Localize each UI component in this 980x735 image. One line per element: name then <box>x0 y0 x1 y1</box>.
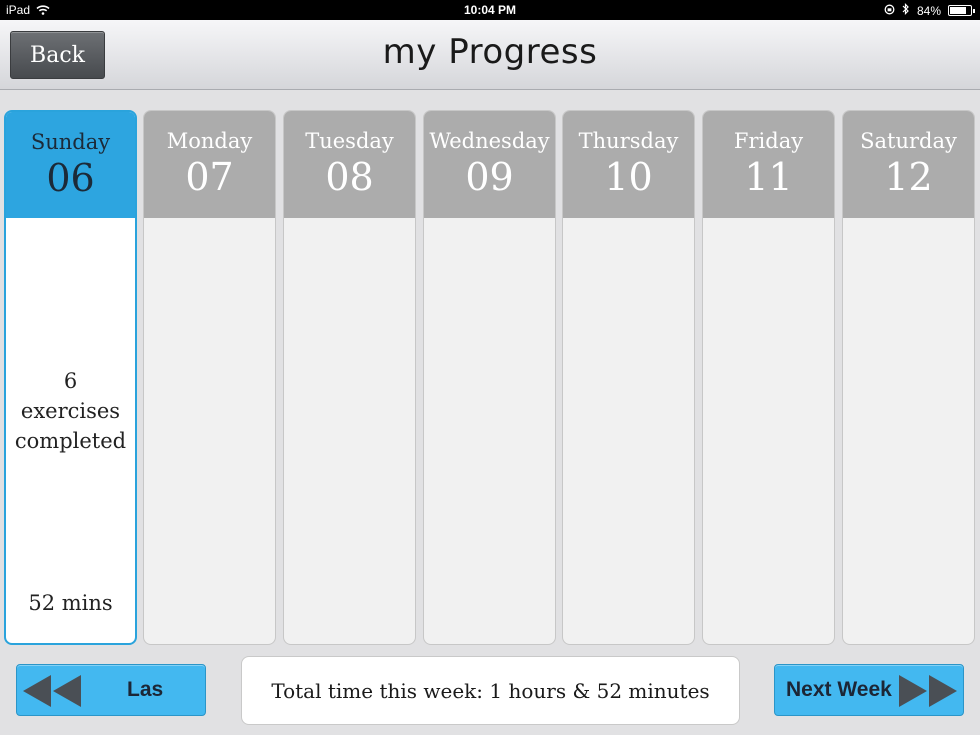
lock-rotation-icon <box>884 4 895 18</box>
double-arrow-right-icon <box>897 673 959 715</box>
day-name: Saturday <box>860 129 957 153</box>
battery-percent: 84% <box>916 3 941 18</box>
day-header: Monday 07 <box>144 111 275 218</box>
day-name: Wednesday <box>429 129 550 153</box>
day-minutes: 52 mins <box>28 591 113 615</box>
day-name: Tuesday <box>305 129 394 153</box>
next-week-button[interactable]: Next Week <box>774 664 964 716</box>
navigation-bar: Back my Progress <box>0 20 980 90</box>
day-column-thursday[interactable]: Thursday 10 <box>562 110 695 645</box>
double-arrow-left-icon <box>21 673 83 715</box>
day-number: 11 <box>744 155 793 199</box>
day-header: Friday 11 <box>703 111 834 218</box>
day-column-saturday[interactable]: Saturday 12 <box>842 110 975 645</box>
status-right: 84% <box>884 3 975 18</box>
day-column-monday[interactable]: Monday 07 <box>143 110 276 645</box>
day-header: Sunday 06 <box>6 112 135 218</box>
day-name: Friday <box>733 129 804 153</box>
day-number: 06 <box>46 156 95 200</box>
page-title: my Progress <box>382 32 598 72</box>
day-number: 10 <box>604 155 653 199</box>
bluetooth-icon <box>902 3 910 18</box>
day-header: Tuesday 08 <box>284 111 415 218</box>
day-number: 12 <box>884 155 933 199</box>
battery-icon <box>948 5 975 16</box>
exercise-label-line2: completed <box>14 429 127 453</box>
day-summary: 6 exercises completed <box>6 366 135 456</box>
day-column-tuesday[interactable]: Tuesday 08 <box>283 110 416 645</box>
day-number: 08 <box>325 155 374 199</box>
day-header: Wednesday 09 <box>424 111 555 218</box>
status-time: 10:04 PM <box>463 3 517 17</box>
last-week-button[interactable]: Las <box>16 664 206 716</box>
day-column-friday[interactable]: Friday 11 <box>702 110 835 645</box>
day-name: Thursday <box>578 129 679 153</box>
next-week-label: Next Week <box>786 678 892 701</box>
day-number: 07 <box>185 155 234 199</box>
day-name: Monday <box>166 129 253 153</box>
day-header: Thursday 10 <box>563 111 694 218</box>
day-header: Saturday 12 <box>843 111 974 218</box>
status-bar: iPad 10:04 PM 84% <box>0 0 980 20</box>
day-column-sunday[interactable]: Sunday 06 6 exercises completed 52 mins <box>4 110 137 645</box>
weekly-total: Total time this week: 1 hours & 52 minut… <box>241 656 740 725</box>
exercise-count: 6 <box>63 369 78 393</box>
day-column-wednesday[interactable]: Wednesday 09 <box>423 110 556 645</box>
last-week-label: Las <box>127 678 164 701</box>
day-number: 09 <box>465 155 514 199</box>
exercise-label-line1: exercises <box>20 399 121 423</box>
day-name: Sunday <box>30 130 111 154</box>
battery-fill <box>950 7 966 14</box>
